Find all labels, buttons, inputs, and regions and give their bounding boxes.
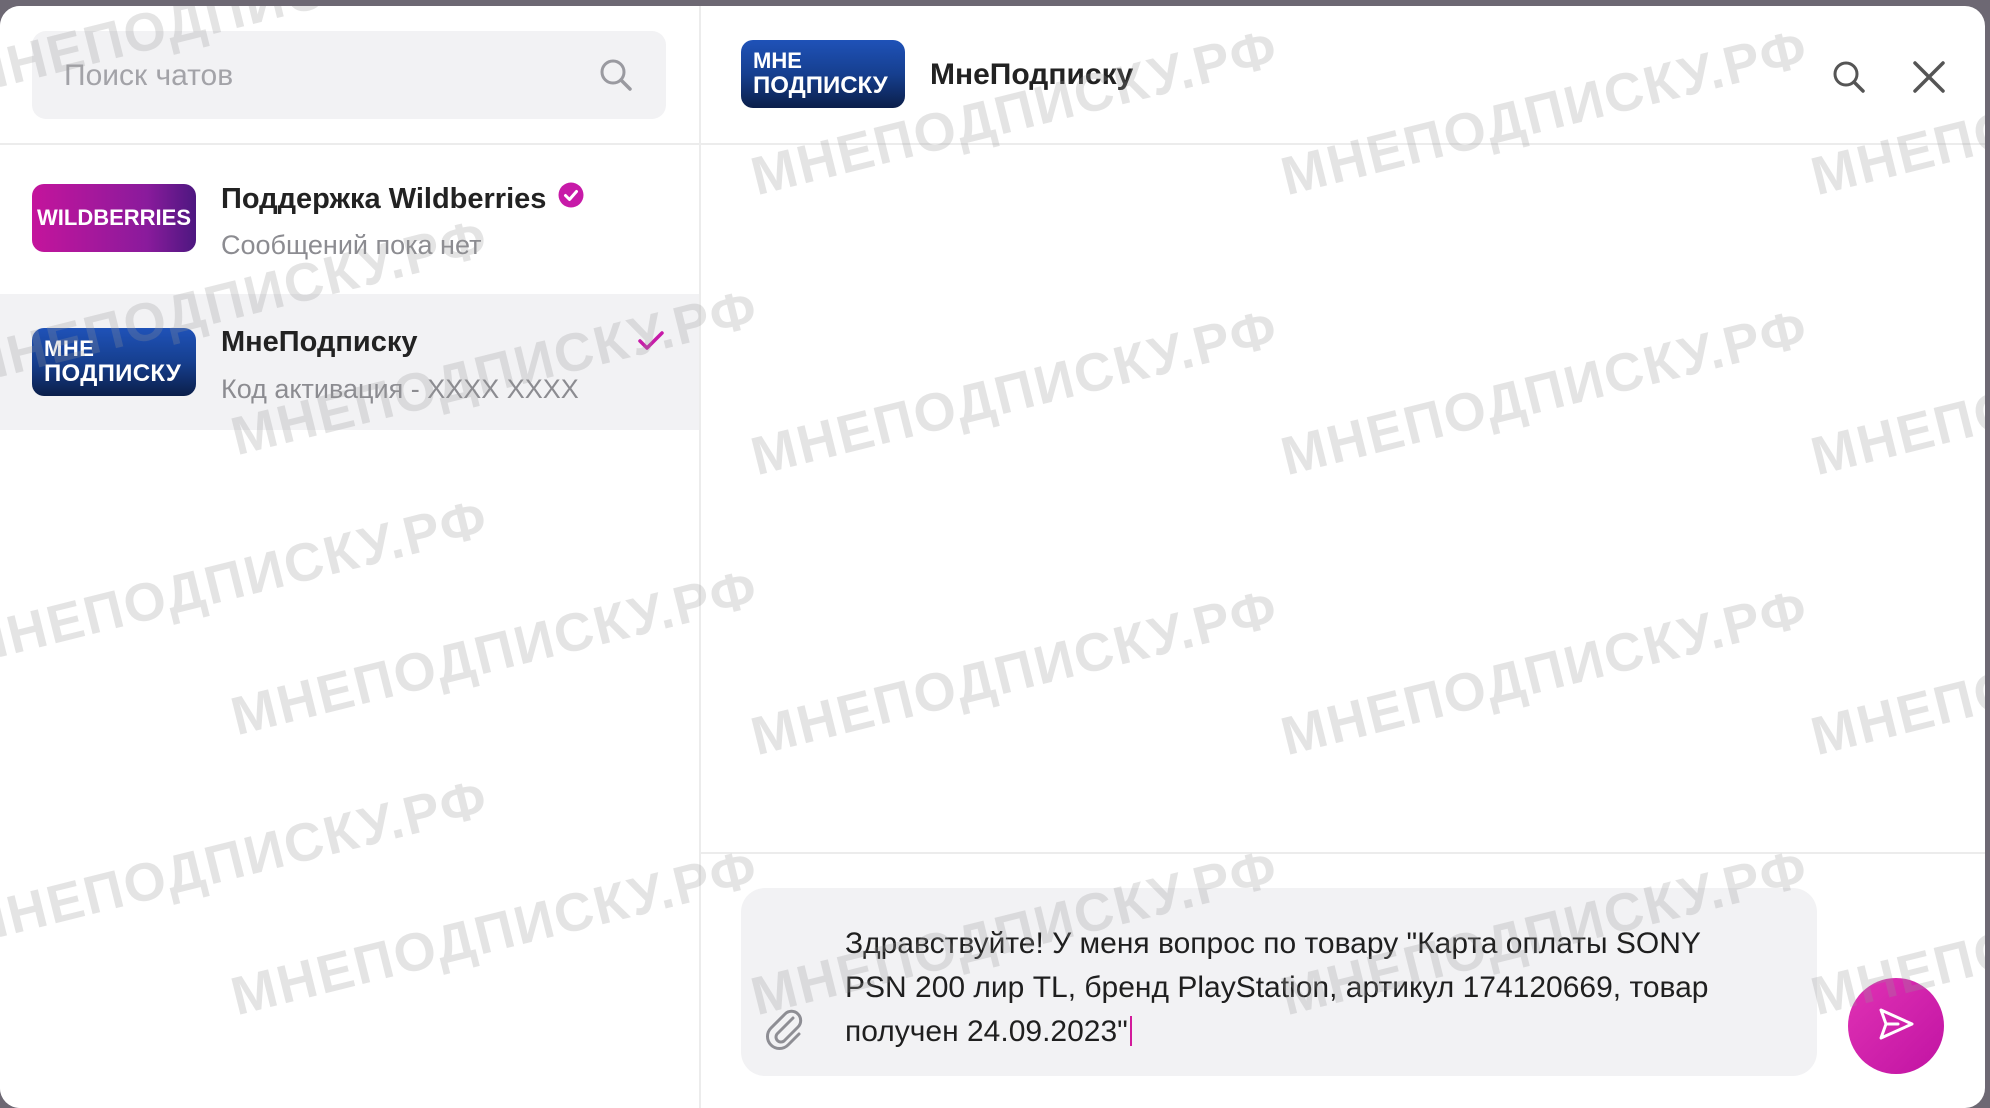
chat-name: Поддержка Wildberries xyxy=(221,182,584,216)
text-caret xyxy=(1129,1016,1132,1046)
chat-name-text: МнеПодписку xyxy=(221,326,418,358)
divider xyxy=(0,143,699,145)
chat-item-wildberries[interactable]: WILDBERRIES Поддержка Wildberries Сообще… xyxy=(0,150,699,286)
chat-name-text: Поддержка Wildberries xyxy=(221,182,547,215)
send-icon xyxy=(1876,1004,1916,1049)
message-input[interactable]: Здравствуйте! У меня вопрос по товару "К… xyxy=(845,922,1745,1054)
search-icon[interactable] xyxy=(596,55,636,95)
logo-line-2: ПОДПИСКУ xyxy=(44,360,182,387)
logo-line-1: МНЕ xyxy=(753,48,802,73)
message-input-text: Здравствуйте! У меня вопрос по товару "К… xyxy=(845,927,1709,1048)
chat-name: МнеПодписку xyxy=(221,326,418,359)
chat-item-mnepodpisku[interactable]: МНЕ ПОДПИСКУ МнеПодписку Код активация -… xyxy=(0,294,699,430)
close-icon[interactable] xyxy=(1909,57,1949,97)
logo-line-2: ПОДПИСКУ xyxy=(753,72,888,99)
chat-preview: Сообщений пока нет xyxy=(221,230,482,260)
paperclip-icon[interactable] xyxy=(763,1006,807,1052)
chat-preview: Код активация - XXXX XXXX xyxy=(221,374,579,404)
verified-badge-icon xyxy=(558,182,584,216)
message-composer[interactable]: Здравствуйте! У меня вопрос по товару "К… xyxy=(741,888,1817,1076)
conversation-title: МнеПодписку xyxy=(930,58,1134,91)
checkmark-icon xyxy=(637,330,665,357)
conversation-avatar: МНЕ ПОДПИСКУ xyxy=(741,40,905,108)
conversation-header: МНЕ ПОДПИСКУ МнеПодписку xyxy=(701,6,1985,145)
chat-list-panel: WILDBERRIES Поддержка Wildberries Сообще… xyxy=(0,6,701,1108)
logo-line-1: МНЕ xyxy=(44,336,95,361)
logo-text: WILDBERRIES xyxy=(37,205,191,230)
conversation-panel: МНЕ ПОДПИСКУ МнеПодписку Здравствуйте! У… xyxy=(701,6,1985,1108)
mnepodpisku-logo: МНЕ ПОДПИСКУ xyxy=(32,328,196,396)
search-input[interactable] xyxy=(62,31,586,121)
composer-divider xyxy=(701,852,1985,854)
search-icon[interactable] xyxy=(1829,57,1869,97)
search-box xyxy=(32,31,666,121)
wildberries-logo: WILDBERRIES xyxy=(32,184,196,252)
send-button[interactable] xyxy=(1848,978,1944,1074)
chat-window: WILDBERRIES Поддержка Wildberries Сообще… xyxy=(0,6,1985,1108)
